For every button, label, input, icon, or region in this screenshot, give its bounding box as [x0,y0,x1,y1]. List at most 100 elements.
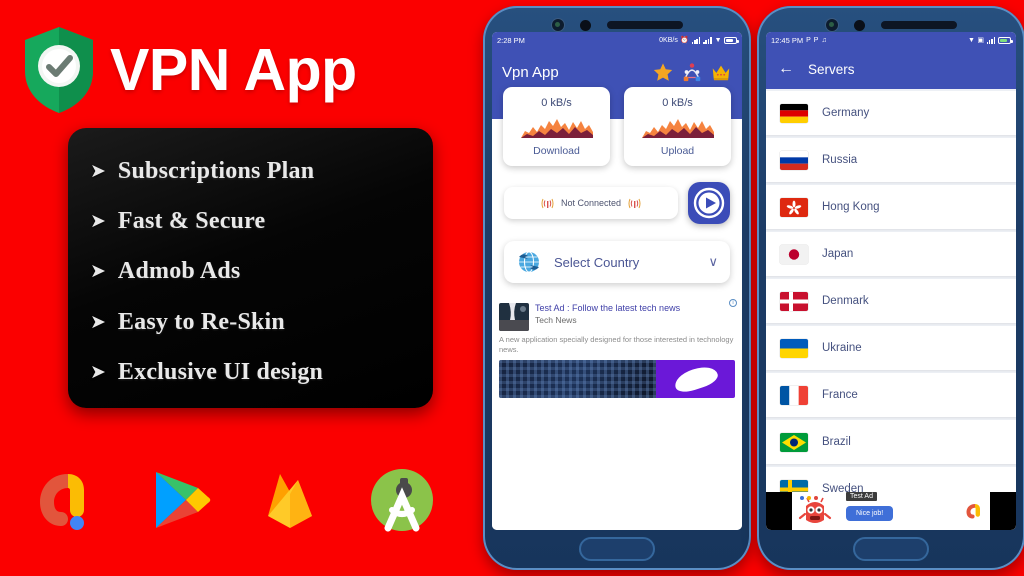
flag-dk-icon [780,291,808,311]
promo-banner: VPN App ➤ Subscriptions Plan ➤ Fast & Se… [0,0,1024,576]
home-screen: 2:28 PM 0KB/s ⏰ ▼ Vpn App 0 kB/s Downloa… [492,32,742,530]
list-item[interactable]: France [766,373,1016,417]
list-item[interactable]: Hong Kong [766,185,1016,229]
app-title: Vpn App [502,63,559,81]
flag-jp-icon [780,244,808,264]
flag-de-icon [780,103,808,123]
list-item[interactable]: Russia [766,138,1016,182]
list-item: ➤ Admob Ads [90,258,419,285]
feature-label: Exclusive UI design [117,359,324,386]
connection-row: Not Connected [492,166,742,224]
feature-label: Subscriptions Plan [117,157,315,184]
arrow-bullet-icon: ➤ [90,261,106,283]
server-list[interactable]: Germany Russia Hong Kong Japan Denmark U… [766,89,1016,530]
brand-row: VPN App [14,20,444,120]
star-icon[interactable] [652,61,674,83]
wifi-icon: ▼ [967,37,975,44]
feature-label: Easy to Re-Skin [117,308,285,335]
play-icon [693,187,725,219]
speed-label: Download [533,145,580,157]
server-name: Japan [822,248,854,260]
speed-label: Upload [660,145,695,157]
feature-list-card: ➤ Subscriptions Plan ➤ Fast & Secure ➤ A… [68,128,433,408]
share-network-icon[interactable] [681,61,703,83]
speed-value: 0 kB/s [662,97,693,109]
flag-br-icon [780,432,808,452]
chevron-down-icon: ∨ [708,254,718,269]
ad-media-left [499,360,657,399]
list-item: ➤ Exclusive UI design [90,359,419,386]
arrow-bullet-icon: ➤ [90,311,106,333]
list-item[interactable]: Brazil [766,420,1016,464]
status-bar: 12:45 PM P P ♫ ▼ ▣ [766,32,1016,49]
monster-icon [798,496,832,526]
flag-ru-icon [780,150,808,170]
camera-icon [551,19,564,31]
sparkline-graph [520,116,593,138]
home-button[interactable] [579,537,655,561]
camera-icon [825,19,838,31]
back-arrow-icon[interactable]: ← [778,61,794,77]
servers-app-bar: ← Servers [766,49,1016,89]
server-name: Brazil [822,436,851,448]
antenna-icon [628,198,641,209]
app-bar-actions [652,61,732,83]
connection-status-text: Not Connected [560,198,622,208]
p-icon: P [813,37,819,44]
network-speed-text: 0KB/s [659,37,678,44]
signal-icon [691,37,701,44]
firebase-icon [254,464,326,536]
sensor-icon [853,19,865,31]
list-item[interactable]: Ukraine [766,326,1016,370]
servers-title: Servers [808,61,855,77]
country-selector[interactable]: Select Country ∨ [504,241,730,283]
home-button[interactable] [853,537,929,561]
connection-status-pill[interactable]: Not Connected [504,187,678,219]
battery-icon [724,37,739,44]
antenna-icon [541,198,554,209]
list-item[interactable]: Denmark [766,279,1016,323]
battery-icon [998,37,1013,44]
sensor-icon [579,19,591,31]
wifi-icon: ▼ [714,37,722,44]
technology-icons-row [30,450,450,550]
p-icon: P [806,37,811,44]
servers-screen: 12:45 PM P P ♫ ▼ ▣ ← Servers Germany Rus… [766,32,1016,530]
globe-icon [516,249,542,275]
admob-icon [964,501,984,521]
ad-speech-bubble: Test Ad Nice job! [846,492,894,521]
upload-speed-card[interactable]: 0 kB/s Upload [624,87,731,166]
ad-media-strip[interactable] [499,360,735,399]
list-item: ➤ Easy to Re-Skin [90,309,419,336]
ad-header: Test Ad : Follow the latest tech news Te… [499,303,735,331]
ad-thumbnail-image [499,303,529,331]
arrow-bullet-icon: ➤ [90,211,106,233]
signal-icon [703,37,712,44]
feature-label: Fast & Secure [117,208,266,235]
banner-ad-content[interactable]: Test Ad Nice job! [792,492,990,530]
list-item[interactable]: Japan [766,232,1016,276]
page-title: VPN App [110,36,357,103]
speaker-grille [606,21,683,29]
connect-play-button[interactable] [688,182,730,224]
ad-message: Nice job! [846,506,894,521]
list-item[interactable]: Germany [766,91,1016,135]
server-name: France [822,389,858,401]
speed-cards-row: 0 kB/s Download 0 kB/s Upload [492,87,742,166]
status-bar: 2:28 PM 0KB/s ⏰ ▼ [492,32,742,49]
google-play-icon [142,464,214,536]
status-time: 12:45 PM [771,36,804,45]
download-speed-card[interactable]: 0 kB/s Download [503,87,610,166]
ad-info-icon[interactable]: i [729,299,737,307]
crown-icon[interactable] [710,61,732,83]
admob-icon [30,464,102,536]
server-name: Russia [822,154,858,166]
server-name: Denmark [822,295,869,307]
sim-icon: ▣ [977,37,984,44]
banner-ad[interactable]: Test Ad Nice job! [766,492,1016,530]
native-ad[interactable]: i Test Ad : Follow the latest tech news … [492,297,742,530]
alarm-icon: ⏰ [680,37,690,44]
flag-fr-icon [780,385,808,405]
arrow-bullet-icon: ➤ [90,362,106,384]
speaker-grille [880,21,957,29]
